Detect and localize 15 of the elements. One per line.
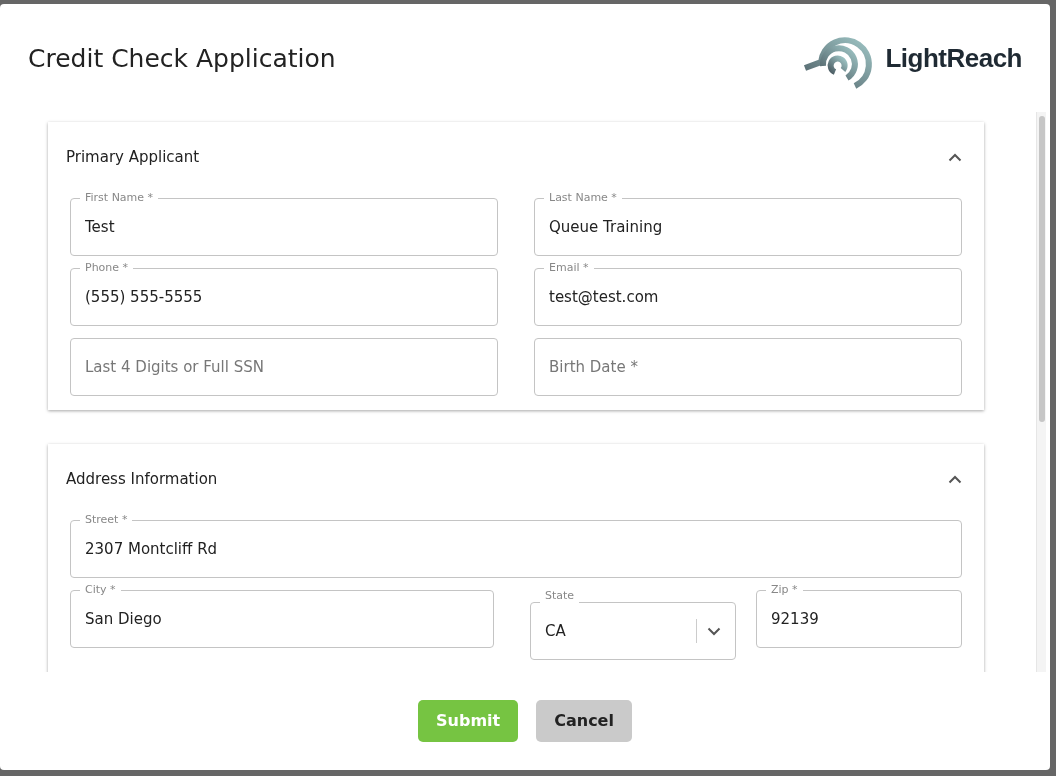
input-field[interactable]: Birth Date *: [534, 338, 962, 396]
cancel-button[interactable]: Cancel: [536, 700, 632, 742]
section-title: Address Information: [66, 468, 218, 490]
collapse-chevron-icon[interactable]: [948, 474, 962, 484]
dropdown-chevron-icon[interactable]: [707, 626, 721, 636]
scrollbar[interactable]: [1036, 112, 1046, 672]
state-select[interactable]: CA: [530, 602, 736, 660]
field-label: Zip *: [766, 583, 803, 597]
field-label: City *: [80, 583, 121, 597]
field-label: State: [540, 589, 580, 603]
section-title: Primary Applicant: [66, 146, 200, 168]
input-field[interactable]: Last 4 Digits or Full SSN: [70, 338, 498, 396]
dialog-title: Credit Check Application: [28, 44, 336, 74]
collapse-chevron-icon[interactable]: [948, 152, 962, 162]
logo-text: LightReach: [885, 41, 1022, 75]
